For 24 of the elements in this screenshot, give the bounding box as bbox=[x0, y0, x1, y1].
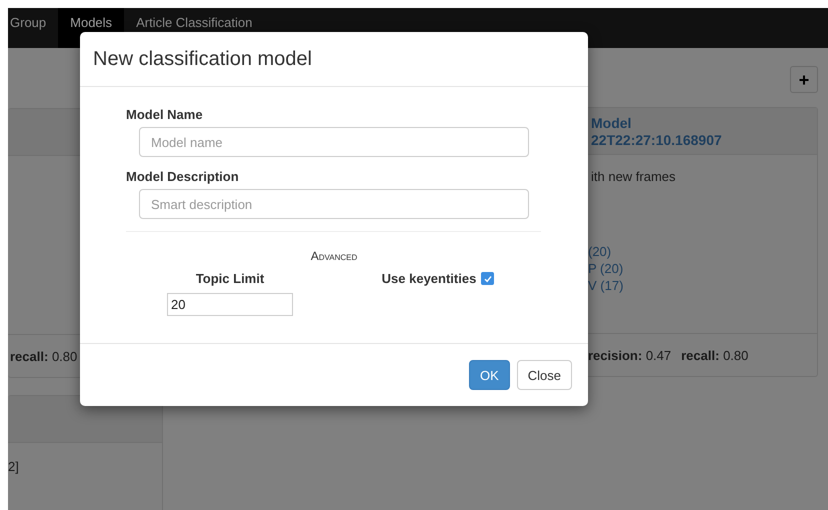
field-label: Model Description bbox=[126, 169, 240, 184]
text-field[interactable]: Smart description bbox=[139, 189, 529, 219]
field-label: Model Name bbox=[126, 107, 204, 122]
add-button[interactable]: + bbox=[790, 66, 818, 93]
card-description: ith new frames bbox=[591, 169, 676, 184]
section-heading: Advanced bbox=[310, 249, 358, 263]
metric-text: recall: 0.80 bbox=[681, 348, 748, 362]
checkbox[interactable] bbox=[481, 272, 494, 285]
topic-link[interactable]: V (17) bbox=[588, 278, 817, 294]
number-field[interactable]: 20 bbox=[167, 293, 293, 316]
ok-button[interactable]: OK bbox=[468, 360, 510, 390]
check-icon bbox=[484, 274, 492, 282]
checkbox-label: Use keyentities bbox=[382, 271, 476, 286]
metric-text: recision: 0.47 bbox=[588, 348, 672, 362]
topic-link[interactable]: (20) bbox=[588, 244, 817, 260]
nav-tab[interactable]: Article Classification bbox=[124, 8, 264, 48]
close-button[interactable]: Close bbox=[516, 360, 572, 390]
text-field[interactable]: Model name bbox=[139, 127, 529, 157]
topic-link[interactable]: P (20) bbox=[588, 261, 817, 277]
metric-text: recall: 0.80 bbox=[10, 348, 78, 364]
modal-title: New classification model bbox=[93, 48, 312, 70]
field-label: Topic Limit bbox=[196, 271, 264, 286]
card-text: 2] bbox=[8, 459, 19, 474]
nav-tab[interactable]: Group bbox=[8, 8, 58, 48]
